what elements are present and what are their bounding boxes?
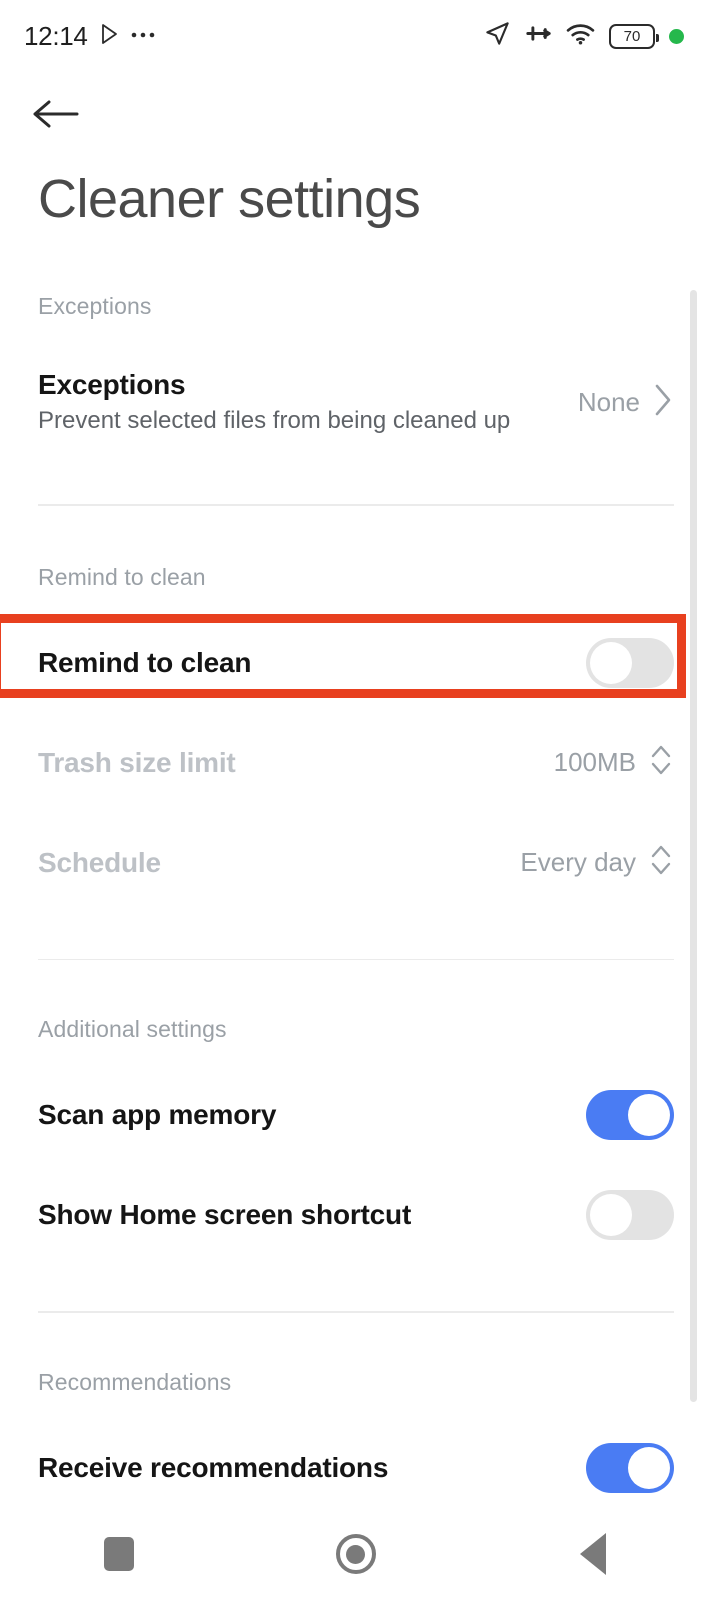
- home-circle-icon[interactable]: [336, 1534, 376, 1574]
- section-header-remind: Remind to clean: [0, 564, 712, 591]
- row-trash-text: Trash size limit: [38, 747, 236, 779]
- stepper-updown-icon[interactable]: [648, 740, 674, 785]
- divider-3: [38, 1311, 674, 1313]
- row-scan-title: Scan app memory: [38, 1099, 276, 1131]
- status-bar: 12:14: [0, 0, 712, 72]
- toggle-knob: [590, 1194, 632, 1236]
- row-exceptions-title: Exceptions: [38, 369, 510, 401]
- row-schedule-title: Schedule: [38, 847, 161, 879]
- row-schedule-text: Schedule: [38, 847, 161, 879]
- nav-recents-button[interactable]: [0, 1504, 237, 1604]
- row-scan-text: Scan app memory: [38, 1099, 276, 1131]
- toggle-knob: [628, 1447, 670, 1489]
- wifi-icon: [566, 22, 595, 51]
- stepper-updown-icon[interactable]: [648, 840, 674, 885]
- green-status-dot: [669, 29, 684, 44]
- home-circle-inner: [346, 1545, 365, 1564]
- toggle-knob: [590, 642, 632, 684]
- toggle-knob: [628, 1094, 670, 1136]
- nav-back-button[interactable]: [475, 1504, 712, 1604]
- chevron-right-icon[interactable]: [652, 383, 674, 422]
- row-receive-text: Receive recommendations: [38, 1452, 388, 1484]
- row-remind-text: Remind to clean: [38, 647, 251, 679]
- battery-level-text: 70: [624, 29, 641, 44]
- row-shortcut-text: Show Home screen shortcut: [38, 1199, 411, 1231]
- toggle-remind-to-clean[interactable]: [586, 638, 674, 688]
- row-scan-app-memory[interactable]: Scan app memory: [0, 1073, 712, 1157]
- row-receive-recommendations[interactable]: Receive recommendations: [0, 1426, 712, 1498]
- status-bar-right: 70: [484, 20, 684, 52]
- toggle-show-home-shortcut[interactable]: [586, 1190, 674, 1240]
- row-schedule-value: Every day: [520, 847, 636, 878]
- system-navigation-bar: [0, 1504, 712, 1604]
- row-schedule[interactable]: Schedule Every day: [0, 821, 712, 905]
- back-button[interactable]: [30, 86, 100, 146]
- row-schedule-control[interactable]: Every day: [520, 840, 674, 885]
- row-trash-control[interactable]: 100MB: [554, 740, 674, 785]
- row-exceptions-control[interactable]: None: [578, 383, 674, 422]
- row-exceptions[interactable]: Exceptions Prevent selected files from b…: [0, 352, 712, 452]
- row-shortcut-title: Show Home screen shortcut: [38, 1199, 411, 1231]
- section-header-additional: Additional settings: [0, 1016, 712, 1043]
- phone-screen: 12:14: [0, 0, 712, 1604]
- row-exceptions-value: None: [578, 387, 640, 418]
- status-clock: 12:14: [24, 21, 88, 52]
- divider-1: [38, 504, 674, 506]
- battery-icon: 70: [609, 24, 655, 49]
- toggle-scan-app-memory[interactable]: [586, 1090, 674, 1140]
- row-remind-title: Remind to clean: [38, 647, 251, 679]
- row-trash-value: 100MB: [554, 747, 636, 778]
- settings-scroll-container[interactable]: Exceptions Exceptions Prevent selected f…: [0, 275, 712, 1497]
- nav-home-button[interactable]: [237, 1504, 474, 1604]
- row-receive-title: Receive recommendations: [38, 1452, 388, 1484]
- overflow-dots-icon: [130, 27, 160, 45]
- play-triangle-icon: [97, 22, 121, 51]
- section-header-exceptions: Exceptions: [0, 293, 712, 320]
- airplane-mode-icon: [525, 20, 552, 52]
- back-arrow-icon[interactable]: [30, 95, 82, 138]
- row-exceptions-text: Exceptions Prevent selected files from b…: [38, 369, 510, 435]
- row-exceptions-subtitle: Prevent selected files from being cleane…: [38, 407, 510, 435]
- row-remind-to-clean[interactable]: Remind to clean: [0, 621, 712, 705]
- page-title: Cleaner settings: [38, 168, 420, 230]
- row-show-home-shortcut[interactable]: Show Home screen shortcut: [0, 1173, 712, 1257]
- recents-square-icon[interactable]: [104, 1537, 134, 1571]
- back-triangle-icon[interactable]: [580, 1533, 606, 1575]
- section-header-recommendations: Recommendations: [0, 1369, 712, 1396]
- status-bar-left: 12:14: [24, 21, 160, 52]
- location-arrow-icon: [484, 20, 511, 52]
- row-trash-title: Trash size limit: [38, 747, 236, 779]
- vertical-scrollbar[interactable]: [690, 290, 697, 1402]
- toggle-receive-recommendations[interactable]: [586, 1443, 674, 1493]
- divider-2: [38, 959, 674, 961]
- row-trash-size-limit[interactable]: Trash size limit 100MB: [0, 721, 712, 805]
